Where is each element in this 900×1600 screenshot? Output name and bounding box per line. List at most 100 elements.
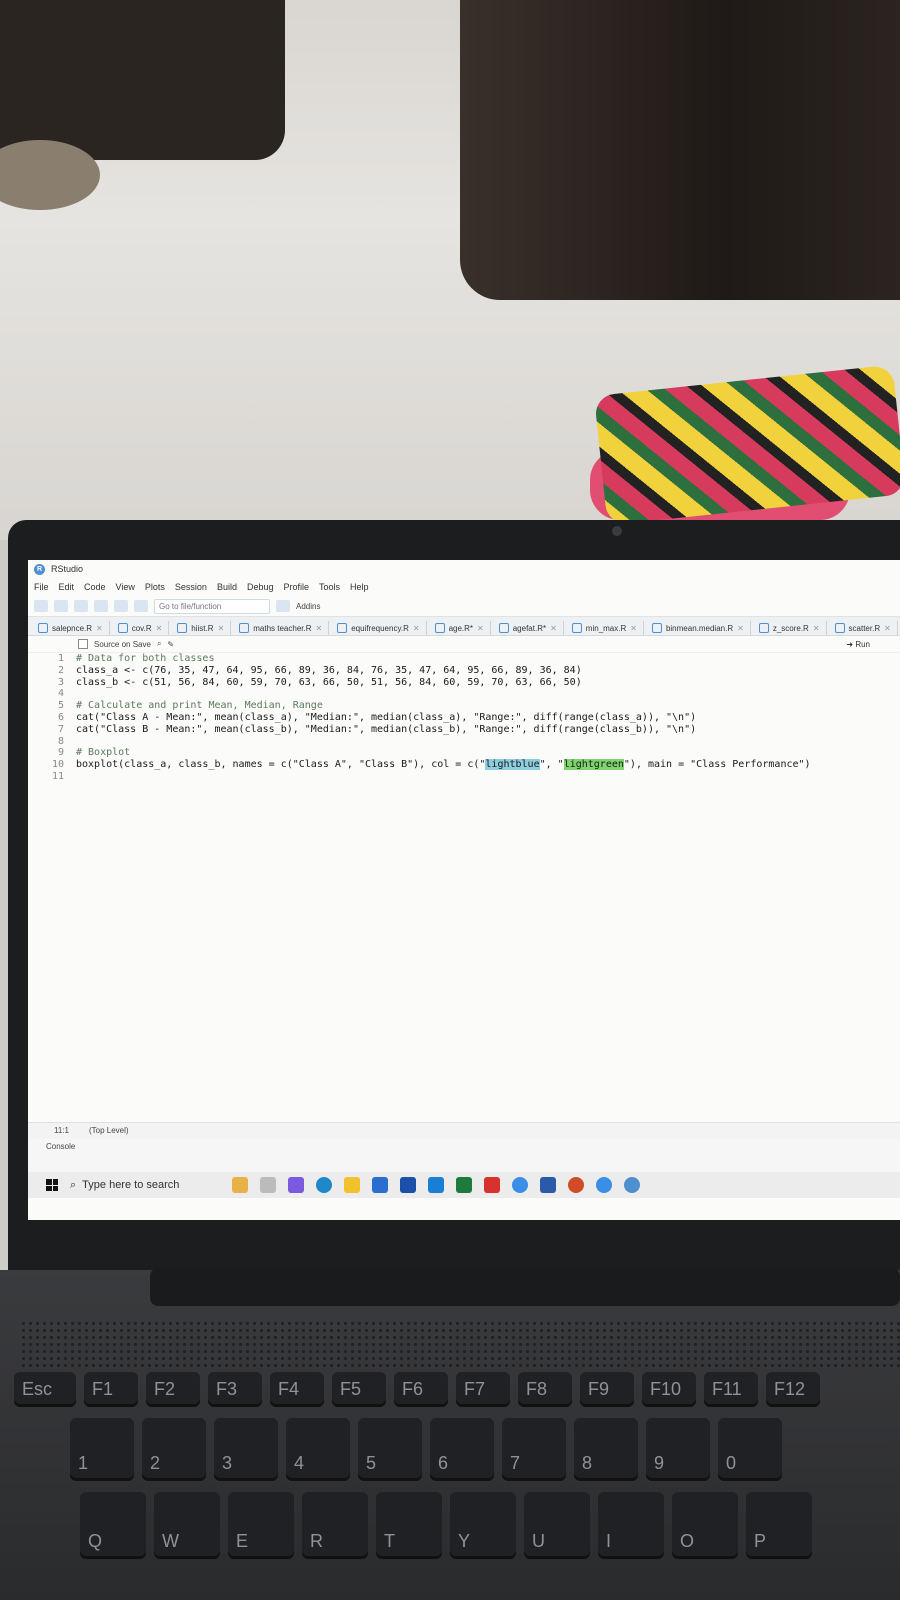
key-w[interactable]: W [154, 1492, 220, 1556]
key-f6[interactable]: F6 [394, 1372, 448, 1404]
excel-icon[interactable] [456, 1177, 472, 1193]
r-app-icon[interactable] [624, 1177, 640, 1193]
key-q[interactable]: Q [80, 1492, 146, 1556]
file-explorer-icon[interactable] [344, 1177, 360, 1193]
tab-hiist[interactable]: hiist.R ✕ [171, 621, 232, 635]
new-file-icon[interactable] [34, 600, 48, 612]
key-f10[interactable]: F10 [642, 1372, 696, 1404]
key-f3[interactable]: F3 [208, 1372, 262, 1404]
key-0[interactable]: 0 [718, 1418, 782, 1478]
tab-binmean-median[interactable]: binmean.median.R ✕ [646, 621, 751, 635]
word-icon[interactable] [540, 1177, 556, 1193]
taskbar-search[interactable]: ⌕ Type here to search [70, 1176, 220, 1194]
tab-salepnce[interactable]: salepnce.R ✕ [32, 621, 110, 635]
outlook-icon[interactable] [428, 1177, 444, 1193]
widgets-icon[interactable] [232, 1177, 248, 1193]
close-icon[interactable]: ✕ [630, 624, 637, 633]
close-icon[interactable]: ✕ [477, 624, 484, 633]
menu-tools[interactable]: Tools [319, 582, 340, 592]
key-f11[interactable]: F11 [704, 1372, 758, 1404]
tab-agefat[interactable]: agefat.R* ✕ [493, 621, 564, 635]
menu-help[interactable]: Help [350, 582, 369, 592]
key-3[interactable]: 3 [214, 1418, 278, 1478]
close-icon[interactable]: ✕ [156, 624, 163, 633]
key-6[interactable]: 6 [430, 1418, 494, 1478]
key-9[interactable]: 9 [646, 1418, 710, 1478]
magic-wand-icon[interactable]: ✎ [167, 640, 174, 649]
menu-code[interactable]: Code [84, 582, 106, 592]
mcafee-icon[interactable] [484, 1177, 500, 1193]
edge-icon[interactable] [316, 1177, 332, 1193]
key-f2[interactable]: F2 [146, 1372, 200, 1404]
chrome-icon[interactable] [512, 1177, 528, 1193]
key-f7[interactable]: F7 [456, 1372, 510, 1404]
save-icon[interactable] [94, 600, 108, 612]
key-f1[interactable]: F1 [84, 1372, 138, 1404]
search-icon[interactable]: ⌕ [157, 639, 161, 649]
key-r[interactable]: R [302, 1492, 368, 1556]
copilot-icon[interactable] [288, 1177, 304, 1193]
close-icon[interactable]: ✕ [315, 624, 322, 633]
tab-scatter[interactable]: scatter.R ✕ [829, 621, 898, 635]
close-icon[interactable]: ✕ [550, 624, 557, 633]
close-icon[interactable]: ✕ [413, 624, 420, 633]
addins-menu[interactable]: Addins [296, 602, 320, 611]
mail-icon[interactable] [372, 1177, 388, 1193]
tab-min-max[interactable]: min_max.R ✕ [566, 621, 644, 635]
tab-equifrequency[interactable]: equifrequency.R ✕ [331, 621, 427, 635]
console-pane[interactable]: Console [28, 1138, 900, 1172]
menu-edit[interactable]: Edit [59, 582, 75, 592]
key-u[interactable]: U [524, 1492, 590, 1556]
menu-file[interactable]: File [34, 582, 49, 592]
key-e[interactable]: E [228, 1492, 294, 1556]
tab-age[interactable]: age.R* ✕ [429, 621, 491, 635]
code-segment: "), main = "Class Performance") [623, 759, 811, 771]
key-f12[interactable]: F12 [766, 1372, 820, 1404]
key-f9[interactable]: F9 [580, 1372, 634, 1404]
run-button[interactable]: ➜ Run [846, 640, 870, 649]
close-icon[interactable]: ✕ [813, 624, 820, 633]
key-f5[interactable]: F5 [332, 1372, 386, 1404]
key-2[interactable]: 2 [142, 1418, 206, 1478]
open-file-icon[interactable] [74, 600, 88, 612]
key-7[interactable]: 7 [502, 1418, 566, 1478]
menu-session[interactable]: Session [175, 582, 207, 592]
print-icon[interactable] [134, 600, 148, 612]
source-on-save-checkbox[interactable] [78, 639, 88, 649]
goto-file-input[interactable]: Go to file/function [154, 598, 270, 614]
save-all-icon[interactable] [114, 600, 128, 612]
scope-selector[interactable]: (Top Level) [89, 1126, 129, 1135]
menu-view[interactable]: View [116, 582, 135, 592]
menu-profile[interactable]: Profile [284, 582, 310, 592]
key-1[interactable]: 1 [70, 1418, 134, 1478]
l-app-icon[interactable] [400, 1177, 416, 1193]
code-editor[interactable]: 1 # Data for both classes 2 class_a <- c(7… [28, 653, 900, 783]
tab-cov[interactable]: cov.R ✕ [112, 621, 170, 635]
grid-icon[interactable] [276, 600, 290, 612]
menu-debug[interactable]: Debug [247, 582, 274, 592]
tab-z-score[interactable]: z_score.R ✕ [753, 621, 827, 635]
key-p[interactable]: P [746, 1492, 812, 1556]
menu-plots[interactable]: Plots [145, 582, 165, 592]
close-icon[interactable]: ✕ [737, 624, 744, 633]
key-y[interactable]: Y [450, 1492, 516, 1556]
close-icon[interactable]: ✕ [884, 624, 891, 633]
key-t[interactable]: T [376, 1492, 442, 1556]
tab-maths-teacher[interactable]: maths teacher.R ✕ [233, 621, 330, 635]
open-project-icon[interactable] [54, 600, 68, 612]
key-f4[interactable]: F4 [270, 1372, 324, 1404]
chrome-profile-icon[interactable] [596, 1177, 612, 1193]
menu-build[interactable]: Build [217, 582, 237, 592]
task-view-icon[interactable] [260, 1177, 276, 1193]
close-icon[interactable]: ✕ [96, 624, 103, 633]
key-5[interactable]: 5 [358, 1418, 422, 1478]
key-8[interactable]: 8 [574, 1418, 638, 1478]
key-esc[interactable]: Esc [14, 1372, 76, 1404]
key-f8[interactable]: F8 [518, 1372, 572, 1404]
key-o[interactable]: O [672, 1492, 738, 1556]
windows-start-icon[interactable] [46, 1179, 58, 1191]
close-icon[interactable]: ✕ [218, 624, 225, 633]
key-4[interactable]: 4 [286, 1418, 350, 1478]
key-i[interactable]: I [598, 1492, 664, 1556]
powerpoint-icon[interactable] [568, 1177, 584, 1193]
